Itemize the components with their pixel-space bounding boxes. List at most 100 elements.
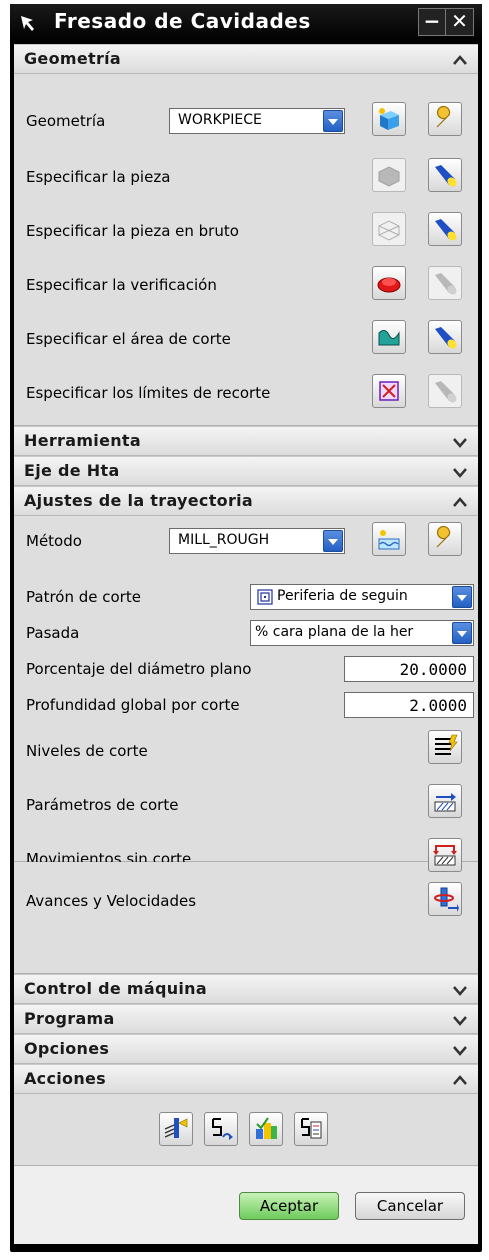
section-header-ajustes[interactable]: Ajustes de la trayectoria xyxy=(14,486,478,516)
section-header-programa[interactable]: Programa xyxy=(14,1004,478,1034)
chevron-down-icon xyxy=(453,986,467,996)
section-title: Control de máquina xyxy=(24,979,207,998)
chevron-down-icon xyxy=(453,438,467,448)
geometry-select[interactable]: WORKPIECE xyxy=(169,108,345,134)
cut-pattern-value: Periferia de seguin xyxy=(277,588,408,604)
flashlight-icon xyxy=(435,273,457,295)
replay-button[interactable] xyxy=(204,1112,238,1146)
dropdown-arrow-icon xyxy=(452,586,472,608)
display-part-button[interactable] xyxy=(428,158,462,192)
section-title: Opciones xyxy=(24,1039,110,1058)
title-bar[interactable]: Fresado de Cavidades − ✕ xyxy=(10,4,482,42)
geometry-select-value: WORKPIECE xyxy=(178,112,262,128)
generate-button[interactable] xyxy=(159,1112,193,1146)
stepover-label: Pasada xyxy=(26,624,80,642)
section-header-geometria[interactable]: Geometría xyxy=(14,44,478,74)
section-header-control[interactable]: Control de máquina xyxy=(14,974,478,1004)
chevron-up-icon xyxy=(453,1075,467,1085)
section-body-acciones xyxy=(14,1094,478,1166)
generate-path-icon xyxy=(164,1118,188,1138)
new-method-button[interactable] xyxy=(372,522,406,556)
cut-levels-button[interactable] xyxy=(428,730,462,764)
cut-params-label: Parámetros de corte xyxy=(26,796,179,814)
non-cutting-moves-icon xyxy=(433,845,457,866)
dropdown-arrow-icon xyxy=(452,622,472,644)
specify-part-label: Especificar la pieza xyxy=(26,168,171,186)
method-select[interactable]: MILL_ROUGH xyxy=(169,528,345,554)
section-title: Geometría xyxy=(24,49,122,68)
geometry-label: Geometría xyxy=(26,112,106,130)
pointer-icon xyxy=(21,16,34,31)
section-title: Acciones xyxy=(24,1069,106,1088)
display-blank-button[interactable] xyxy=(428,212,462,246)
method-select-value: MILL_ROUGH xyxy=(178,532,270,548)
percent-input[interactable] xyxy=(344,656,474,682)
wrench-icon xyxy=(436,105,451,128)
stepover-select[interactable]: % cara plana de la her xyxy=(250,620,474,646)
dialog-panel: Geometría Geometría WORKPIECE Especifica… xyxy=(14,44,478,1244)
display-trim-button[interactable] xyxy=(428,374,462,408)
display-check-button[interactable] xyxy=(428,266,462,300)
section-body-ajustes-cont: Avances y Velocidades xyxy=(14,838,478,974)
depth-input[interactable] xyxy=(344,692,474,718)
list-output-icon xyxy=(301,1118,322,1139)
chevron-down-icon xyxy=(453,468,467,478)
cut-pattern-select[interactable]: Periferia de seguin xyxy=(250,584,474,610)
specify-blank-label: Especificar la pieza en bruto xyxy=(26,222,239,240)
accept-button[interactable]: Aceptar xyxy=(239,1192,339,1220)
depth-label: Profundidad global por corte xyxy=(26,696,240,714)
section-title: Eje de Hta xyxy=(24,461,120,480)
flashlight-icon xyxy=(435,381,457,403)
display-cut-area-button[interactable] xyxy=(428,320,462,354)
section-header-herramienta[interactable]: Herramienta xyxy=(14,426,478,456)
chevron-down-icon xyxy=(453,1016,467,1026)
percent-label: Porcentaje del diámetro plano xyxy=(26,660,252,678)
list-output-button[interactable] xyxy=(294,1112,328,1146)
cut-params-button[interactable] xyxy=(428,784,462,818)
cut-levels-icon xyxy=(435,734,458,755)
minimize-button[interactable]: − xyxy=(418,8,446,36)
specify-cut-area-label: Especificar el área de corte xyxy=(26,330,231,348)
section-title: Herramienta xyxy=(24,431,141,450)
specify-check-label: Especificar la verificación xyxy=(26,276,217,294)
select-trim-button[interactable] xyxy=(372,374,406,408)
flashlight-icon xyxy=(435,327,457,349)
edit-geometry-button[interactable] xyxy=(428,102,462,136)
new-geometry-button[interactable] xyxy=(372,102,406,136)
replay-icon xyxy=(212,1118,233,1140)
feeds-speeds-button[interactable] xyxy=(428,882,462,916)
part-icon xyxy=(378,166,400,187)
select-check-button[interactable] xyxy=(372,266,406,300)
new-geometry-icon xyxy=(379,108,399,130)
dropdown-arrow-icon xyxy=(323,530,343,552)
section-header-opciones[interactable]: Opciones xyxy=(14,1034,478,1064)
feeds-speeds-icon xyxy=(434,887,459,912)
window-title: Fresado de Cavidades xyxy=(54,9,311,33)
new-method-icon xyxy=(378,530,400,550)
edit-method-button[interactable] xyxy=(428,522,462,556)
feeds-speeds-label: Avances y Velocidades xyxy=(26,892,197,910)
section-title: Programa xyxy=(24,1009,115,1028)
flashlight-icon xyxy=(435,165,457,187)
select-part-button[interactable] xyxy=(372,158,406,192)
cut-area-icon xyxy=(378,329,400,346)
close-button[interactable]: ✕ xyxy=(446,8,474,36)
select-blank-button[interactable] xyxy=(372,212,406,246)
pattern-label: Patrón de corte xyxy=(26,588,141,606)
select-cut-area-button[interactable] xyxy=(372,320,406,354)
non-cutting-moves-button[interactable] xyxy=(428,838,462,872)
specify-trim-label: Especificar los límites de recorte xyxy=(26,384,271,402)
section-title: Ajustes de la trayectoria xyxy=(24,491,254,510)
stepover-value: % cara plana de la her xyxy=(255,624,414,640)
verify-button[interactable] xyxy=(249,1112,283,1146)
chevron-up-icon xyxy=(453,497,467,507)
method-label: Método xyxy=(26,532,82,550)
section-body-ajustes: Método MILL_ROUGH Patrón de corte Perife… xyxy=(14,516,478,868)
trim-boundary-icon xyxy=(379,381,399,401)
verify-icon xyxy=(256,1117,277,1139)
dialog-window: Fresado de Cavidades − ✕ Geometría Geome… xyxy=(10,4,482,1252)
section-header-acciones[interactable]: Acciones xyxy=(14,1064,478,1094)
follow-periphery-icon xyxy=(257,589,273,605)
section-header-eje[interactable]: Eje de Hta xyxy=(14,456,478,486)
cancel-button[interactable]: Cancelar xyxy=(355,1192,465,1220)
